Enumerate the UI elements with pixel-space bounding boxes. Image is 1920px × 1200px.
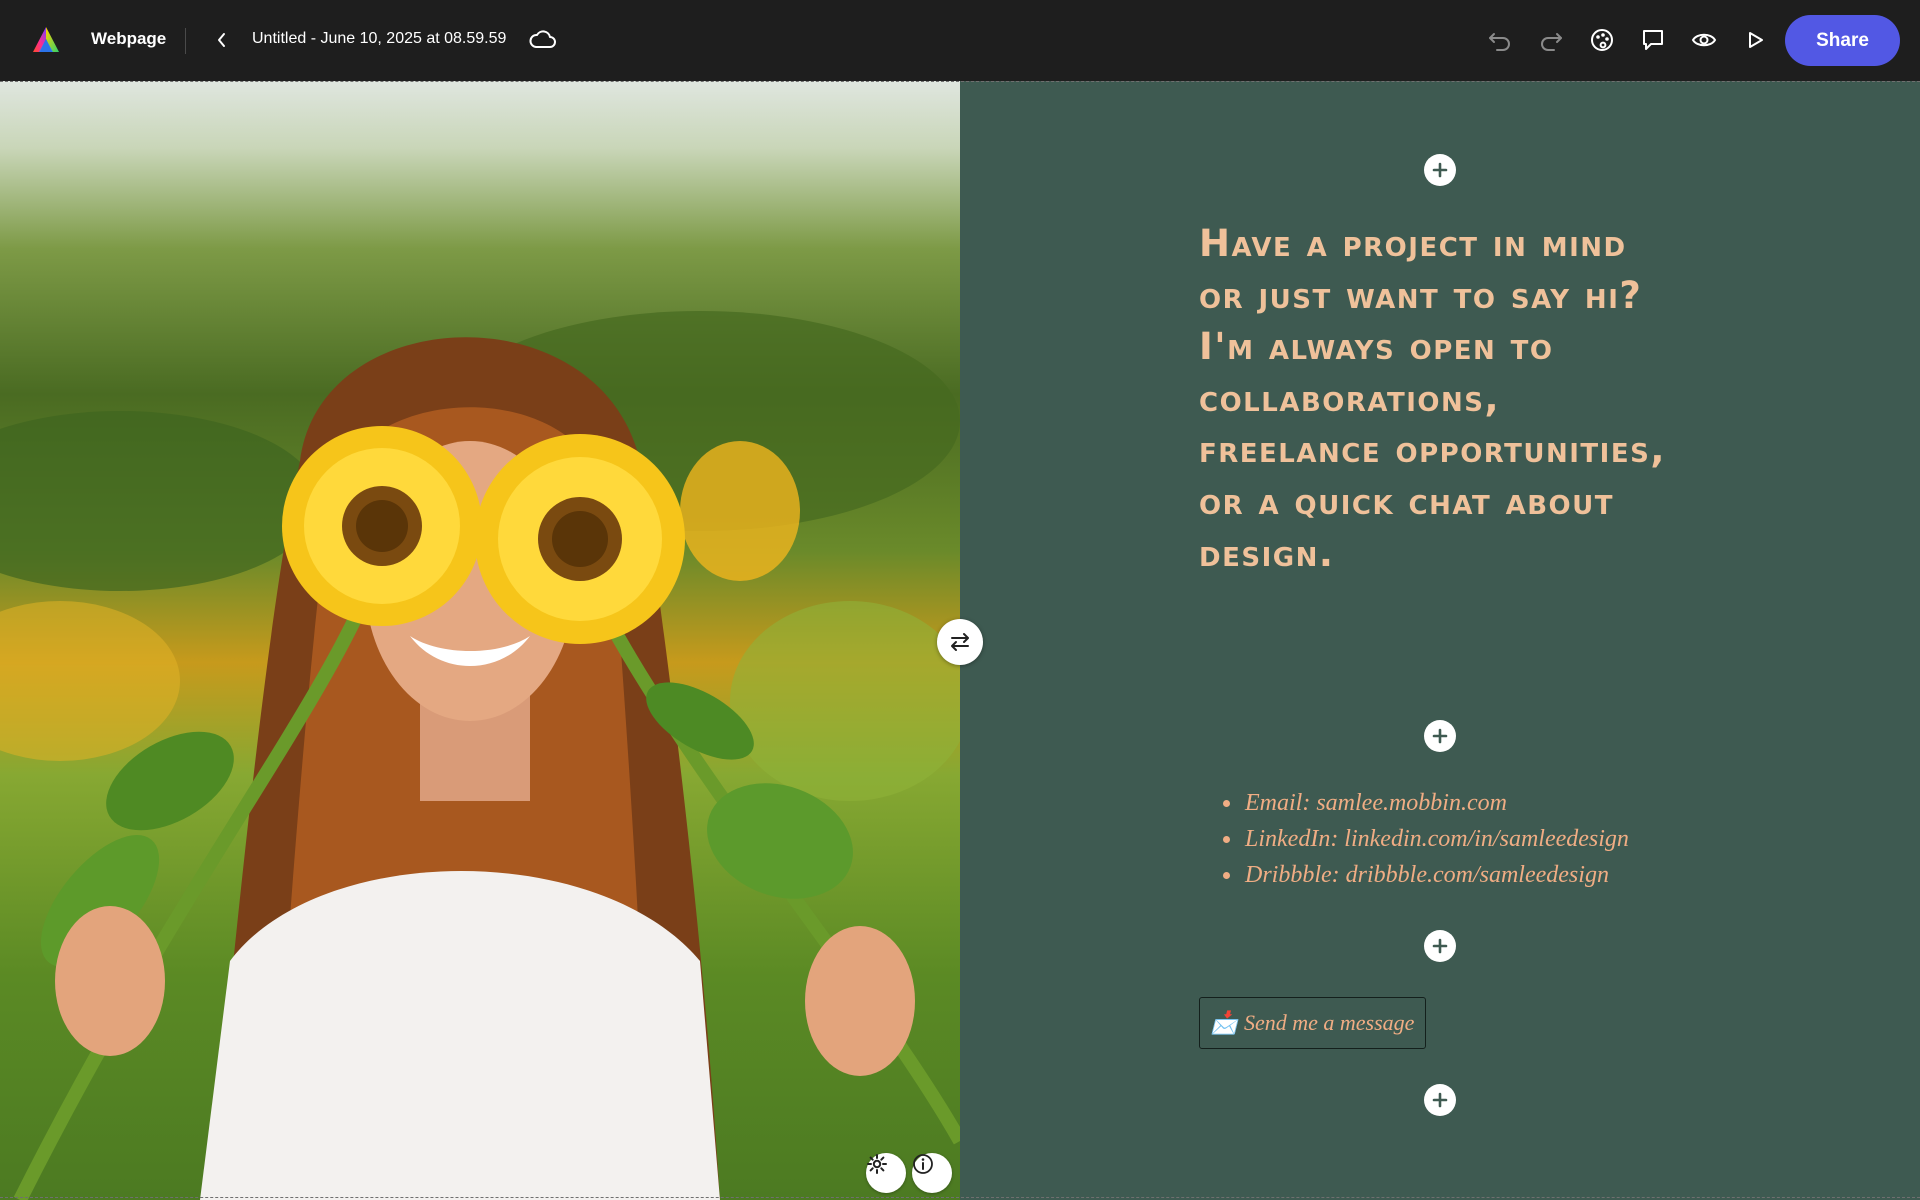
contact-links-list[interactable]: Email: samlee.mobbin.com LinkedIn: linke… (1223, 785, 1629, 893)
contact-email[interactable]: Email: samlee.mobbin.com (1223, 785, 1629, 821)
preview-button[interactable] (1688, 24, 1720, 56)
image-settings-button[interactable] (866, 1153, 906, 1193)
theme-button[interactable] (1586, 24, 1618, 56)
toolbar-divider (185, 28, 186, 54)
cloud-sync-icon[interactable] (528, 27, 558, 53)
info-icon (913, 1154, 933, 1174)
plus-icon (1432, 162, 1448, 178)
document-title[interactable]: Untitled - June 10, 2025 at 08.59.59 (252, 30, 506, 48)
section-boundary-bottom (0, 1197, 1920, 1198)
hero-photo[interactable] (0, 81, 960, 1200)
comment-icon (1643, 30, 1663, 50)
undo-button[interactable] (1484, 24, 1516, 56)
plus-icon (1432, 938, 1448, 954)
image-info-button[interactable] (912, 1153, 952, 1193)
gear-icon (867, 1154, 887, 1174)
chevron-left-icon (218, 33, 225, 47)
plus-icon (1432, 1092, 1448, 1108)
section-boundary-top (0, 81, 1920, 82)
swap-arrows-icon (951, 633, 969, 651)
back-button[interactable] (210, 26, 234, 54)
adobe-express-logo[interactable] (30, 25, 62, 55)
present-button[interactable] (1739, 24, 1771, 56)
contact-dribbble[interactable]: Dribbble: dribbble.com/samleedesign (1223, 857, 1629, 893)
swap-layout-button[interactable] (937, 619, 983, 665)
send-message-button[interactable]: 📩 Send me a message (1199, 997, 1426, 1049)
comment-button[interactable] (1637, 24, 1669, 56)
add-block-button[interactable] (1424, 720, 1456, 752)
envelope-icon: 📩 (1210, 1010, 1238, 1035)
send-message-label: Send me a message (1243, 1010, 1415, 1035)
app-name: Webpage (91, 29, 167, 48)
page-canvas: Have a project in mind or just want to s… (0, 81, 1920, 1200)
undo-icon (1489, 33, 1510, 51)
redo-icon (1541, 33, 1562, 51)
redo-button[interactable] (1535, 24, 1567, 56)
share-button[interactable]: Share (1785, 15, 1900, 66)
contact-linkedin[interactable]: LinkedIn: linkedin.com/in/samleedesign (1223, 821, 1629, 857)
preview-eye-icon (1691, 33, 1717, 47)
plus-icon (1432, 728, 1448, 744)
contact-headline[interactable]: Have a project in mind or just want to s… (1199, 218, 1679, 579)
add-block-button[interactable] (1424, 930, 1456, 962)
add-block-button[interactable] (1424, 1084, 1456, 1116)
play-icon (1749, 32, 1763, 48)
sunflower-portrait-image (0, 311, 960, 1200)
top-toolbar: Webpage Untitled - June 10, 2025 at 08.5… (0, 0, 1920, 81)
theme-palette-icon (1591, 29, 1613, 51)
add-block-button[interactable] (1424, 154, 1456, 186)
